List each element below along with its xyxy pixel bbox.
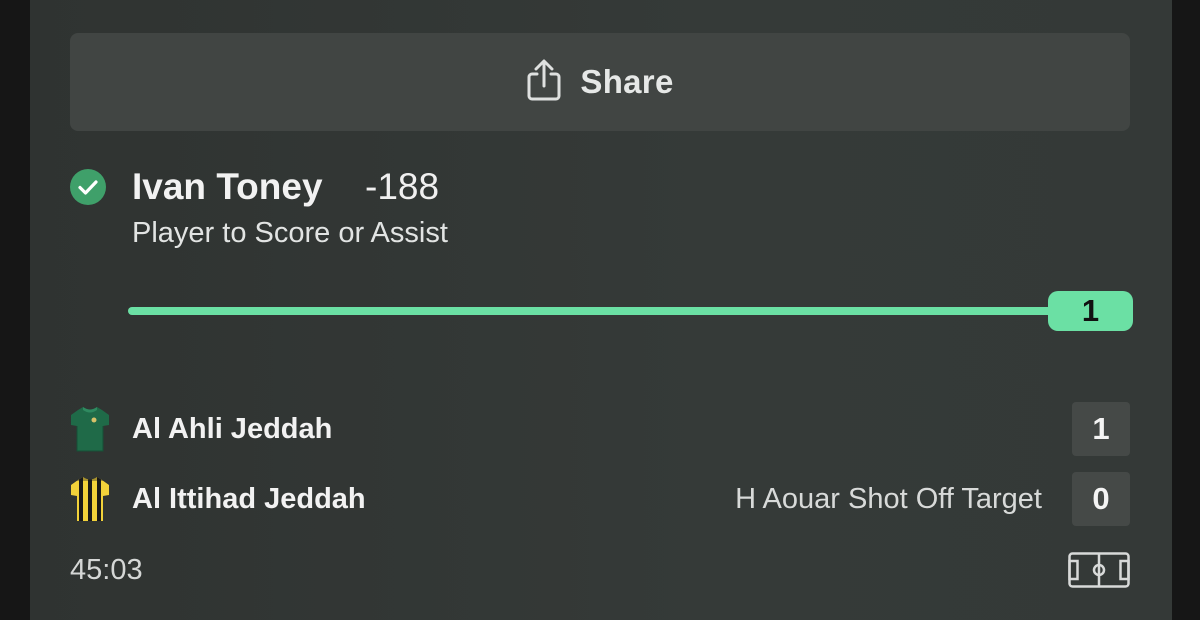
score-home: 1 bbox=[1072, 402, 1130, 456]
share-button[interactable]: Share bbox=[70, 33, 1130, 131]
team-name: Al Ittihad Jeddah bbox=[132, 483, 366, 515]
green-jersey-icon bbox=[70, 405, 110, 453]
share-icon bbox=[526, 59, 562, 106]
player-name: Ivan Toney bbox=[132, 166, 323, 207]
progress-count-badge: 1 bbox=[1048, 291, 1133, 331]
market-label: Player to Score or Assist bbox=[132, 217, 448, 249]
progress-track bbox=[128, 307, 1058, 315]
score-away: 0 bbox=[1072, 472, 1130, 526]
odds-value: -188 bbox=[365, 166, 440, 207]
match-event-text: H Aouar Shot Off Target bbox=[735, 483, 1042, 515]
check-circle-icon bbox=[70, 169, 106, 205]
share-label: Share bbox=[580, 63, 674, 100]
match-clock: 45:03 bbox=[70, 554, 143, 586]
progress-fill bbox=[128, 307, 1058, 315]
team-row-away: Al Ittihad Jeddah H Aouar Shot Off Targe… bbox=[70, 472, 1130, 526]
team-row-home: Al Ahli Jeddah 1 bbox=[70, 402, 1130, 456]
yellow-black-striped-jersey-icon bbox=[70, 475, 110, 523]
pitch-icon[interactable] bbox=[1068, 552, 1130, 588]
team-name: Al Ahli Jeddah bbox=[132, 413, 333, 445]
